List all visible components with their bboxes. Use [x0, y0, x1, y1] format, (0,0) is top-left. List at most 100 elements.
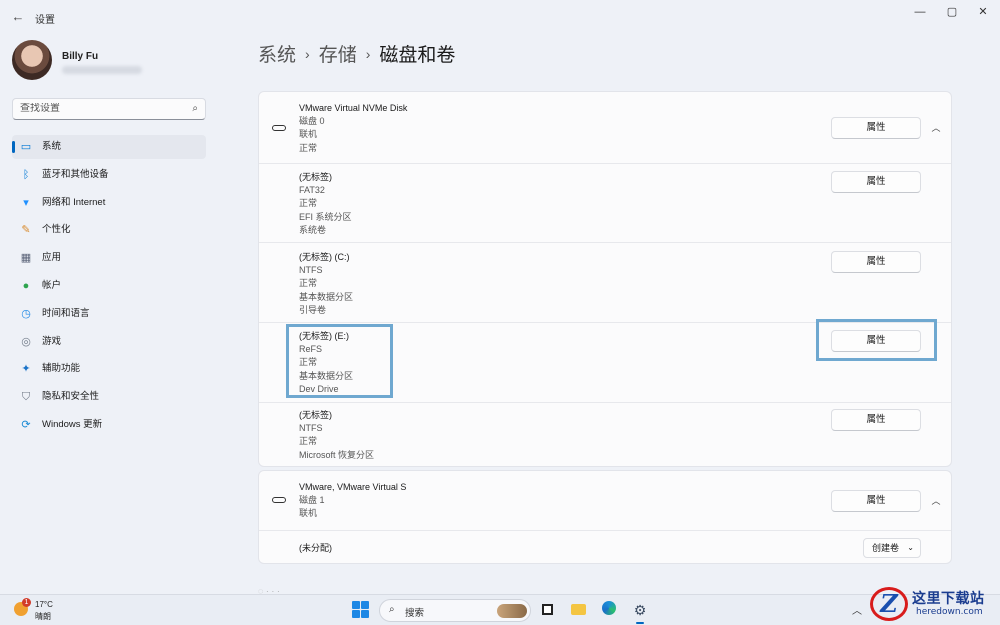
settings-search-box[interactable]: ⌕: [12, 98, 206, 120]
clock-globe-icon: ◷: [21, 307, 31, 320]
volume-row: (无标签) (C:) NTFS 正常 基本数据分区 引导卷 属性: [259, 244, 951, 323]
weather-temperature[interactable]: 17°C: [35, 600, 53, 609]
breadcrumb-system[interactable]: 系统: [258, 45, 296, 66]
volume-line: 基本数据分区: [299, 291, 354, 302]
close-button[interactable]: ✕: [968, 4, 998, 20]
search-icon: ⌕: [389, 604, 395, 615]
disk-1-panel: VMware, VMware Virtual S 磁盘 1 联机 属性 ︿ (未…: [258, 470, 952, 564]
volume-line: 正常: [299, 198, 318, 209]
taskbar-search-box[interactable]: ⌕ 搜索: [379, 599, 531, 622]
user-name: Billy Fu: [62, 51, 99, 62]
volume-properties-button[interactable]: 属性: [831, 171, 921, 193]
create-volume-label: 创建卷: [872, 543, 900, 553]
system-icon: ▭: [20, 141, 32, 153]
volume-properties-button[interactable]: 属性: [831, 409, 921, 431]
minimize-button[interactable]: —: [905, 4, 935, 20]
avatar[interactable]: [12, 40, 52, 80]
sidebar-item-network[interactable]: ▾ 网络和 Internet: [12, 191, 206, 215]
volume-properties-button[interactable]: 属性: [831, 251, 921, 273]
sidebar-item-accessibility[interactable]: ✦ 辅助功能: [12, 357, 206, 381]
account-icon: ●: [22, 279, 30, 292]
search-input[interactable]: [20, 103, 180, 114]
volume-line: FAT32: [299, 185, 325, 196]
volume-row: (无标签) FAT32 正常 EFI 系统分区 系统卷 属性: [259, 165, 951, 243]
sidebar-item-apps[interactable]: ▦ 应用: [12, 246, 206, 270]
sidebar-item-time-language[interactable]: ◷ 时间和语言: [12, 302, 206, 326]
sidebar-item-bluetooth[interactable]: ᛒ 蓝牙和其他设备: [12, 163, 206, 187]
collapse-chevron-icon[interactable]: ︿: [929, 121, 943, 135]
disk-1-properties-button[interactable]: 属性: [831, 490, 921, 512]
volume-line: 引导卷: [299, 304, 327, 315]
watermark-z-logo: Z: [870, 587, 908, 621]
volume-info: (无标签) NTFS 正常 Microsoft 恢复分区: [299, 409, 374, 462]
chevron-down-icon: ⌄: [907, 543, 914, 552]
sidebar-nav: ▭ 系统 ᛒ 蓝牙和其他设备 ▾ 网络和 Internet ✎ 个性化 ▦ 应用…: [12, 135, 206, 441]
disk-0-header-row: VMware Virtual NVMe Disk 磁盘 0 联机 正常 属性 ︿: [259, 92, 951, 164]
unallocated-row: (未分配) 创建卷 ⌄: [259, 532, 951, 564]
disk-1-line: 磁盘 1: [299, 495, 325, 506]
breadcrumb-storage[interactable]: 存储: [319, 45, 357, 66]
sidebar-item-personalization[interactable]: ✎ 个性化: [12, 218, 206, 242]
edge-browser-icon[interactable]: [599, 600, 619, 620]
watermark-url: heredown.com: [916, 607, 983, 617]
create-volume-button[interactable]: 创建卷 ⌄: [863, 538, 921, 558]
sidebar-item-label: Windows 更新: [42, 418, 103, 430]
sidebar-item-label: 时间和语言: [42, 307, 90, 319]
sidebar-item-label: 蓝牙和其他设备: [42, 168, 109, 180]
settings-app-icon[interactable]: ⚙: [630, 600, 650, 624]
volume-line: EFI 系统分区: [299, 211, 352, 222]
sidebar-item-label: 帐户: [42, 279, 62, 291]
user-email-blurred: [62, 66, 142, 74]
volume-info: (无标签) (C:) NTFS 正常 基本数据分区 引导卷: [299, 251, 353, 317]
disk-1-line: 联机: [299, 508, 318, 519]
sidebar-item-system[interactable]: ▭ 系统: [12, 135, 206, 159]
collapse-chevron-icon[interactable]: ︿: [929, 494, 943, 508]
disk-drive-icon: [272, 125, 286, 131]
bluetooth-icon: ᛒ: [22, 168, 30, 181]
highlight-properties-button: [816, 319, 937, 361]
disk-1-name: VMware, VMware Virtual S: [299, 482, 407, 492]
volume-title: (无标签): [299, 410, 332, 420]
weather-description[interactable]: 晴朗: [35, 611, 51, 622]
brush-icon: ✎: [21, 224, 31, 237]
tray-overflow-icon[interactable]: ︿: [852, 602, 862, 617]
disk-0-properties-button[interactable]: 属性: [831, 117, 921, 139]
sidebar-item-label: 隐私和安全性: [42, 391, 100, 403]
partially-hidden-row: ◌ · · ·: [258, 586, 280, 596]
sidebar-item-label: 系统: [42, 141, 62, 152]
disk-1-info: VMware, VMware Virtual S 磁盘 1 联机: [299, 481, 406, 521]
disk-0-info: VMware Virtual NVMe Disk 磁盘 0 联机 正常: [299, 102, 407, 155]
weather-badge: 1: [22, 598, 31, 607]
search-icon[interactable]: ⌕: [192, 103, 198, 114]
sidebar-item-label: 应用: [42, 252, 62, 264]
disk-0-line: 正常: [299, 142, 318, 153]
accessibility-icon: ✦: [21, 363, 31, 376]
volume-title: (无标签) (C:): [299, 252, 350, 262]
taskbar: 1 17°C 晴朗 ⌕ 搜索 ⚙ ︿: [0, 594, 1000, 625]
windows-start-icon[interactable]: [352, 601, 369, 618]
volume-line: 正常: [299, 278, 318, 289]
sidebar-item-gaming[interactable]: ◎ 游戏: [12, 330, 206, 354]
disk-0-line: 联机: [299, 129, 318, 140]
search-highlight-art-icon: [497, 604, 527, 618]
volume-info: (无标签) FAT32 正常 EFI 系统分区 系统卷: [299, 171, 352, 237]
breadcrumb-separator: ›: [365, 46, 371, 62]
disk-0-name: VMware Virtual NVMe Disk: [299, 103, 408, 113]
sidebar-item-windows-update[interactable]: ⟳ Windows 更新: [12, 413, 206, 437]
volume-title: (无标签): [299, 172, 332, 182]
update-icon: ⟳: [21, 418, 31, 431]
sidebar-item-accounts[interactable]: ● 帐户: [12, 274, 206, 298]
highlight-dev-drive-volume: [286, 324, 393, 398]
sidebar-item-label: 辅助功能: [42, 363, 81, 375]
task-view-icon[interactable]: [537, 600, 557, 620]
back-arrow-icon[interactable]: ←: [8, 8, 28, 26]
file-explorer-icon[interactable]: [568, 600, 588, 620]
volume-row: (无标签) NTFS 正常 Microsoft 恢复分区 属性: [259, 404, 951, 467]
sidebar-item-privacy[interactable]: ⛉ 隐私和安全性: [12, 385, 206, 409]
volume-line: 正常: [299, 436, 318, 447]
maximize-button[interactable]: ▢: [937, 4, 967, 20]
wifi-icon: ▾: [23, 196, 29, 209]
volume-line: NTFS: [299, 265, 323, 276]
apps-icon: ▦: [20, 252, 32, 265]
shield-icon: ⛉: [21, 391, 31, 404]
